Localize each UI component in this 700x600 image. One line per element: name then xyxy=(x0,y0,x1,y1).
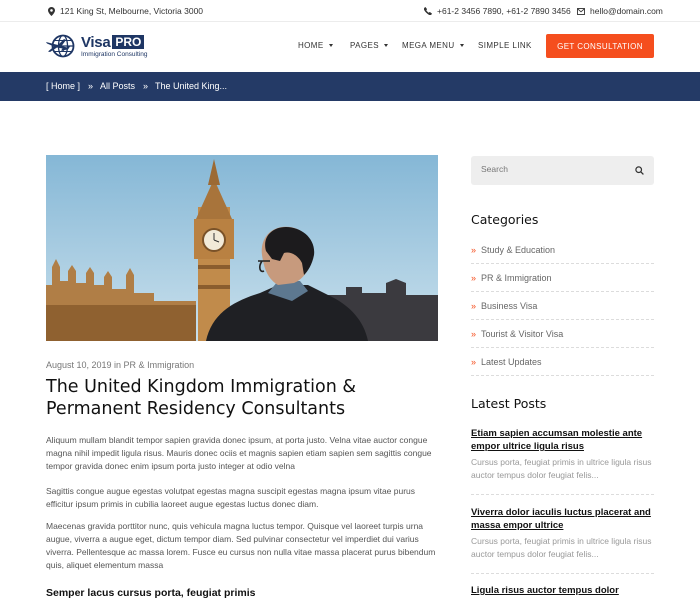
double-chevron-right-icon: » xyxy=(471,300,477,311)
breadcrumb-separator: » xyxy=(143,81,149,91)
nav-home[interactable]: HOME xyxy=(298,41,333,50)
chevron-down-icon xyxy=(383,44,388,47)
logo-tagline: Immigration Consulting xyxy=(81,51,148,58)
breadcrumb-current: The United King... xyxy=(155,81,228,91)
site-header: Visa PRO Immigration Consulting HOME PAG… xyxy=(0,22,700,72)
address-info: 121 King St, Melbourne, Victoria 3000 xyxy=(48,6,203,16)
double-chevron-right-icon: » xyxy=(471,356,477,367)
latest-post-title[interactable]: Etiam sapien accumsan molestie ante empo… xyxy=(471,427,654,453)
post-paragraph: Maecenas gravida porttitor nunc, quis ve… xyxy=(46,521,436,570)
double-chevron-right-icon: » xyxy=(471,328,477,339)
nav-simple-link-label: SIMPLE LINK xyxy=(478,41,532,50)
latest-posts-heading: Latest Posts xyxy=(471,396,547,411)
post-paragraph: Aliquum mullam blandit tempor sapien gra… xyxy=(46,435,432,471)
category-label: Tourist & Visitor Visa xyxy=(481,328,564,339)
address-text: 121 King St, Melbourne, Victoria 3000 xyxy=(60,6,204,16)
top-info-bar: 121 King St, Melbourne, Victoria 3000 +6… xyxy=(0,0,700,22)
latest-post-item: Ligula risus auctor tempus dolor xyxy=(471,584,654,600)
latest-post-title[interactable]: Viverra dolor iaculis luctus placerat an… xyxy=(471,506,654,532)
category-item[interactable]: » Tourist & Visitor Visa xyxy=(471,320,654,348)
nav-pages[interactable]: PAGES xyxy=(350,41,388,50)
email-text: hello@domain.com xyxy=(590,6,663,16)
category-item[interactable]: » PR & Immigration xyxy=(471,264,654,292)
get-consultation-button[interactable]: GET CONSULTATION xyxy=(546,34,654,58)
category-item[interactable]: » Business Visa xyxy=(471,292,654,320)
breadcrumb: [ Home ] » All Posts » The United King..… xyxy=(0,72,700,101)
category-item[interactable]: » Latest Updates xyxy=(471,348,654,376)
nav-simple-link[interactable]: SIMPLE LINK xyxy=(478,41,532,50)
search-icon[interactable] xyxy=(635,166,644,175)
location-pin-icon xyxy=(48,6,55,16)
latest-post-excerpt: Cursus porta, feugiat primis in ultrice … xyxy=(471,457,652,480)
latest-post-excerpt: Cursus porta, feugiat primis in ultrice … xyxy=(471,536,652,559)
chevron-down-icon xyxy=(459,44,464,47)
double-chevron-right-icon: » xyxy=(471,272,477,283)
phone-icon xyxy=(424,7,432,15)
post-featured-image xyxy=(46,155,438,341)
latest-post-item: Etiam sapien accumsan molestie ante empo… xyxy=(471,427,654,495)
post-paragraph: Sagittis congue augue egestas volutpat e… xyxy=(46,486,416,509)
site-logo[interactable]: Visa PRO Immigration Consulting xyxy=(46,33,147,59)
logo-badge: PRO xyxy=(112,35,145,49)
breadcrumb-home[interactable]: [ Home ] xyxy=(46,81,80,91)
search-box xyxy=(471,156,654,185)
nav-home-label: HOME xyxy=(298,41,324,50)
categories-heading: Categories xyxy=(471,212,539,227)
nav-mega-menu[interactable]: MEGA MENU xyxy=(402,41,464,50)
phone-info[interactable]: +61-2 3456 7890, +61-2 7890 3456 xyxy=(424,6,571,16)
email-info[interactable]: hello@domain.com xyxy=(577,6,663,16)
latest-post-title[interactable]: Ligula risus auctor tempus dolor xyxy=(471,584,654,597)
logo-word: Visa xyxy=(81,33,111,51)
post-subheading: Semper lacus cursus porta, feugiat primi… xyxy=(46,587,256,599)
post-title: The United Kingdom Immigration & Permane… xyxy=(46,377,357,419)
nav-pages-label: PAGES xyxy=(350,41,379,50)
envelope-icon xyxy=(577,7,585,15)
double-chevron-right-icon: » xyxy=(471,244,477,255)
latest-post-item: Viverra dolor iaculis luctus placerat an… xyxy=(471,506,654,574)
category-label: PR & Immigration xyxy=(481,272,552,283)
category-label: Latest Updates xyxy=(481,356,542,367)
phone-text: +61-2 3456 7890, +61-2 7890 3456 xyxy=(437,6,571,16)
category-label: Study & Education xyxy=(481,244,556,255)
search-input[interactable] xyxy=(481,164,621,174)
breadcrumb-all-posts[interactable]: All Posts xyxy=(100,81,135,91)
chevron-down-icon xyxy=(328,44,333,47)
post-meta: August 10, 2019 in PR & Immigration xyxy=(46,360,195,370)
category-label: Business Visa xyxy=(481,300,538,311)
category-item[interactable]: » Study & Education xyxy=(471,236,654,264)
breadcrumb-separator: » xyxy=(88,81,94,91)
nav-mega-menu-label: MEGA MENU xyxy=(402,41,455,50)
globe-plane-logo-icon xyxy=(46,34,75,58)
